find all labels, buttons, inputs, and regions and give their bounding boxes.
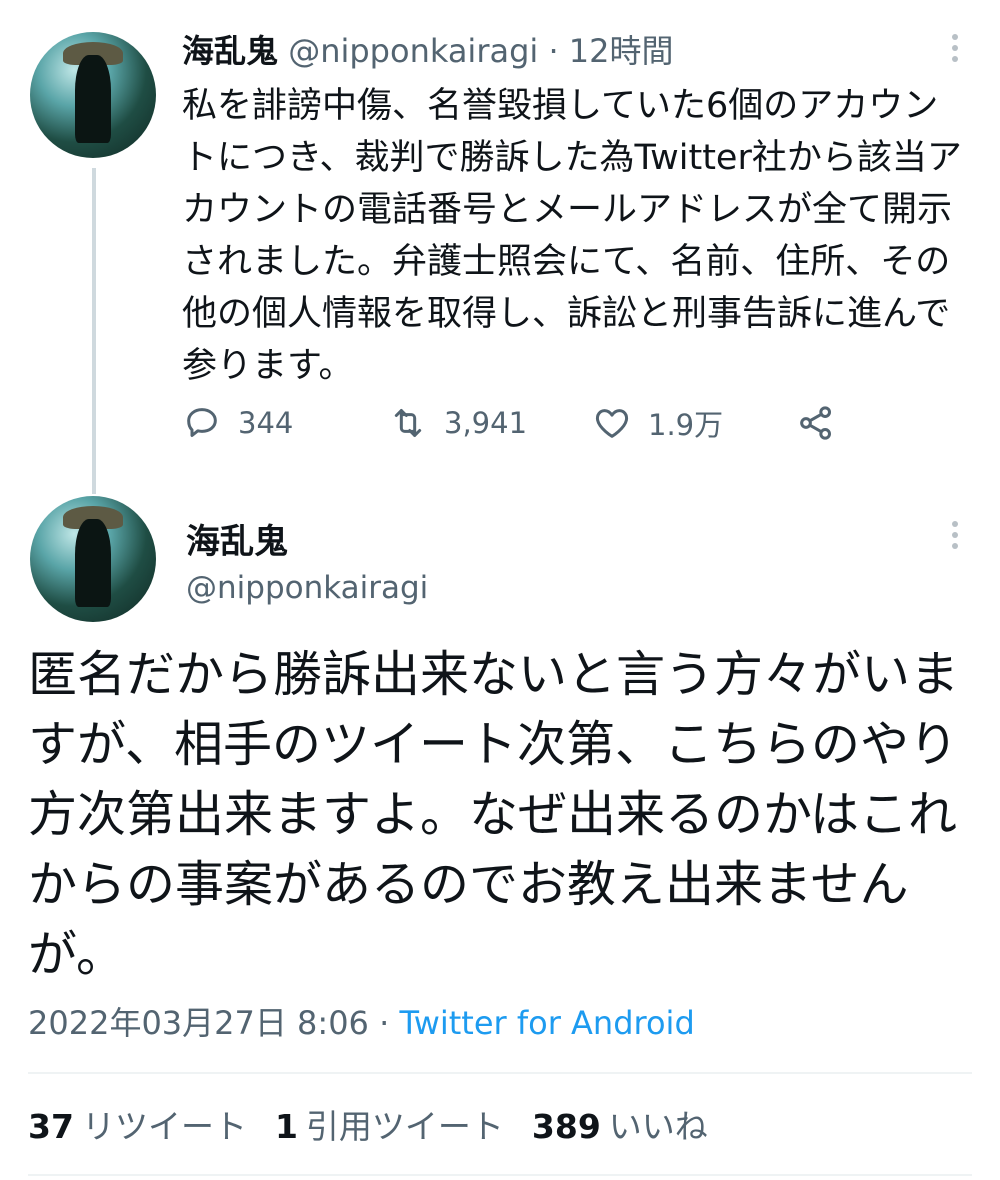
reply-count: 344 xyxy=(238,406,294,440)
tweet-actions: 344 3,941 1.9万 xyxy=(182,398,902,448)
thread-line xyxy=(92,168,96,494)
retweet-icon xyxy=(394,409,422,437)
separator: · xyxy=(379,1004,390,1042)
reply-icon xyxy=(187,408,217,437)
avatar[interactable] xyxy=(30,32,156,158)
share-icon xyxy=(800,406,831,440)
tweet-meta: 2022年03月27日 8:06 · Twitter for Android xyxy=(28,998,695,1044)
retweet-count: 3,941 xyxy=(444,406,528,440)
tweet-source-link[interactable]: Twitter for Android xyxy=(399,1004,694,1042)
likes-stat[interactable]: 389 いいね xyxy=(532,1100,708,1148)
retweets-stat[interactable]: 37 リツイート xyxy=(28,1100,247,1148)
heart-icon xyxy=(595,409,629,438)
retweet-button[interactable]: 3,941 xyxy=(388,398,527,448)
like-button[interactable]: 1.9万 xyxy=(592,398,723,448)
engagement-stats: 37 リツイート 1 引用ツイート 389 いいね xyxy=(28,1100,736,1148)
divider xyxy=(28,1072,972,1074)
tweet-text: 匿名だから勝訴出来ないと言う方々がいますが、相手のツイート次第、こちらのやり方次… xyxy=(28,646,960,983)
tweet-header: 海乱鬼 @nipponkairagi · 12時間 xyxy=(182,26,674,72)
tweet-timestamp[interactable]: 2022年03月27日 8:06 xyxy=(28,1004,369,1042)
tweet-text: 私を誹謗中傷、名誉毀損していた6個のアカウントにつき、裁判で勝訴した為Twitt… xyxy=(182,86,962,386)
reply-button[interactable]: 344 xyxy=(182,398,293,448)
display-name[interactable]: 海乱鬼 xyxy=(186,514,288,563)
like-count: 1.9万 xyxy=(648,408,724,442)
quotes-label: 引用ツイート xyxy=(305,1107,504,1146)
user-handle[interactable]: @nipponkairagi xyxy=(288,32,538,70)
quotes-stat[interactable]: 1 引用ツイート xyxy=(275,1100,504,1148)
separator: · xyxy=(548,32,559,70)
share-button[interactable] xyxy=(796,398,836,448)
likes-count: 389 xyxy=(531,1107,601,1146)
avatar-figure xyxy=(75,518,111,607)
avatar-figure xyxy=(75,54,111,143)
display-name[interactable]: 海乱鬼 xyxy=(182,32,278,70)
retweets-count: 37 xyxy=(28,1107,74,1146)
likes-label: いいね xyxy=(608,1107,708,1146)
tweet-time[interactable]: 12時間 xyxy=(569,32,674,70)
more-icon[interactable] xyxy=(940,28,970,68)
more-icon[interactable] xyxy=(940,515,970,555)
avatar[interactable] xyxy=(30,496,156,622)
retweets-label: リツイート xyxy=(81,1107,247,1146)
quotes-count: 1 xyxy=(274,1107,298,1146)
user-handle[interactable]: @nipponkairagi xyxy=(186,570,428,606)
divider xyxy=(28,1174,972,1176)
